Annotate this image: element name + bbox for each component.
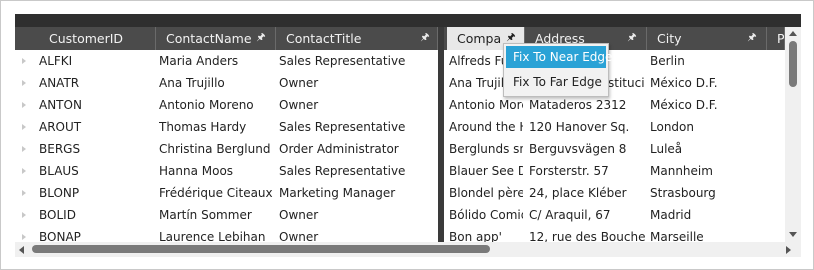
cell-city: México D.F.	[650, 76, 718, 90]
table-row[interactable]: ANATR Ana Trujillo Owner Ana Trujill sti…	[15, 72, 801, 94]
cell-city: Mannheim	[650, 164, 713, 178]
cell-customerid: BLAUS	[39, 164, 79, 178]
cell-customerid: BOLID	[39, 208, 76, 222]
cell-contacttitle: Owner	[279, 76, 319, 90]
table-row[interactable]: BOLID Martín Sommer Owner Bólido Comida …	[15, 204, 801, 226]
cell-contacttitle: Sales Representative	[279, 54, 406, 68]
cell-address: 12, rue des Bouchers	[529, 230, 645, 242]
cell-address: 24, place Kléber	[529, 186, 627, 200]
row-indicator-icon	[22, 124, 26, 130]
cell-companyname: Blauer See Del	[449, 164, 523, 178]
column-header-partial[interactable]: P	[767, 27, 785, 50]
cell-customerid: BLONP	[39, 186, 80, 200]
row-indicator-icon	[22, 80, 26, 86]
cell-contactname: Antonio Moreno	[159, 98, 254, 112]
column-header-label: ContactTitle	[286, 31, 362, 46]
table-row[interactable]: BERGS Christina Berglund Order Administr…	[15, 138, 801, 160]
horizontal-scroll-thumb[interactable]	[32, 245, 490, 253]
table-row[interactable]: BLAUS Hanna Moos Sales Representative Bl…	[15, 160, 801, 182]
column-header-contactname[interactable]: ContactName 🖈	[156, 27, 276, 50]
cell-contacttitle: Owner	[279, 230, 319, 242]
column-header-label: Compa	[457, 31, 502, 46]
cell-address: stitucio	[608, 76, 645, 90]
pin-context-menu: Fix To Near Edge Fix To Far Edge	[503, 43, 612, 97]
cell-companyname: Bon app'	[449, 230, 502, 242]
cell-address: 120 Hanover Sq.	[529, 120, 630, 134]
cell-city: Luleå	[650, 142, 683, 156]
cell-customerid: BONAP	[39, 230, 81, 242]
menu-item-fix-far-edge[interactable]: Fix To Far Edge	[506, 71, 606, 93]
cell-contactname: Martín Sommer	[159, 208, 252, 222]
menu-item-fix-near-edge[interactable]: Fix To Near Edge	[506, 46, 612, 68]
table-row[interactable]: BLONP Frédérique Citeaux Marketing Manag…	[15, 182, 801, 204]
scroll-down-icon[interactable]	[789, 232, 797, 237]
cell-companyname: Bólido Comida	[449, 208, 523, 222]
row-indicator-icon	[22, 102, 26, 108]
cell-contacttitle: Owner	[279, 98, 319, 112]
vertical-scrollbar[interactable]	[785, 27, 801, 242]
horizontal-scrollbar[interactable]	[15, 242, 801, 257]
pin-icon[interactable]: 🖈	[747, 32, 757, 44]
cell-city: Madrid	[650, 208, 692, 222]
row-indicator-icon	[22, 146, 26, 152]
cell-companyname: Berglunds sna	[449, 142, 523, 156]
cell-contactname: Thomas Hardy	[159, 120, 247, 134]
cell-address: Mataderos 2312	[529, 98, 627, 112]
column-header-label: CustomerID	[49, 31, 124, 46]
cell-contacttitle: Order Administrator	[279, 142, 399, 156]
table-row[interactable]: ALFKI Maria Anders Sales Representative …	[15, 50, 801, 72]
column-header-contacttitle[interactable]: ContactTitle 🖈	[276, 27, 438, 50]
column-header-customerid[interactable]: CustomerID	[39, 27, 156, 50]
column-header-row: CustomerID ContactName 🖈 ContactTitle 🖈 …	[15, 27, 801, 50]
cell-city: London	[650, 120, 694, 134]
column-header-label: P	[777, 31, 785, 46]
cell-address: Forsterstr. 57	[529, 164, 609, 178]
scroll-right-icon[interactable]	[786, 246, 791, 254]
cell-contacttitle: Owner	[279, 208, 319, 222]
table-row[interactable]: ANTON Antonio Moreno Owner Antonio More …	[15, 94, 801, 116]
cell-contacttitle: Sales Representative	[279, 120, 406, 134]
cell-customerid: ALFKI	[39, 54, 73, 68]
cell-city: México D.F.	[650, 98, 718, 112]
column-header-city[interactable]: City 🖈	[647, 27, 767, 50]
row-indicator-icon	[22, 212, 26, 218]
cell-city: Berlin	[650, 54, 685, 68]
cell-customerid: ANTON	[39, 98, 82, 112]
cell-contacttitle: Sales Representative	[279, 164, 406, 178]
row-indicator-icon	[22, 234, 26, 240]
cell-address: C/ Araquil, 67	[529, 208, 611, 222]
group-panel	[15, 14, 801, 27]
cell-contactname: Ana Trujillo	[159, 76, 225, 90]
cell-contacttitle: Marketing Manager	[279, 186, 396, 200]
cell-customerid: BERGS	[39, 142, 81, 156]
grid-frame: CustomerID ContactName 🖈 ContactTitle 🖈 …	[0, 0, 814, 270]
column-header-label: ContactName	[166, 31, 252, 46]
scroll-up-icon[interactable]	[789, 31, 797, 36]
table-row[interactable]: BONAP Laurence Lebihan Owner Bon app' 12…	[15, 226, 801, 242]
row-indicator-icon	[22, 168, 26, 174]
pin-icon[interactable]: 🖈	[420, 32, 430, 44]
data-grid: CustomerID ContactName 🖈 ContactTitle 🖈 …	[15, 14, 801, 257]
cell-contactname: Frédérique Citeaux	[159, 186, 273, 200]
cell-address: Berguvsvägen 8	[529, 142, 627, 156]
pin-icon[interactable]: 🖈	[256, 32, 266, 44]
pin-icon[interactable]: 🖈	[627, 32, 637, 44]
vertical-scroll-thumb[interactable]	[789, 41, 797, 87]
cell-customerid: ANATR	[39, 76, 80, 90]
cell-companyname: Blondel père e	[449, 186, 523, 200]
cell-companyname: Around the Ho	[449, 120, 523, 134]
cell-contactname: Laurence Lebihan	[159, 230, 266, 242]
scroll-left-icon[interactable]	[19, 246, 24, 254]
cell-contactname: Maria Anders	[159, 54, 239, 68]
cell-contactname: Hanna Moos	[159, 164, 234, 178]
cell-companyname: Antonio More	[449, 98, 523, 112]
cell-city: Marseille	[650, 230, 704, 242]
column-header-label: City	[657, 31, 682, 46]
cell-customerid: AROUT	[39, 120, 82, 134]
table-row[interactable]: AROUT Thomas Hardy Sales Representative …	[15, 116, 801, 138]
row-indicator-icon	[22, 190, 26, 196]
cell-contactname: Christina Berglund	[159, 142, 271, 156]
cell-city: Strasbourg	[650, 186, 716, 200]
row-indicator-icon	[22, 58, 26, 64]
